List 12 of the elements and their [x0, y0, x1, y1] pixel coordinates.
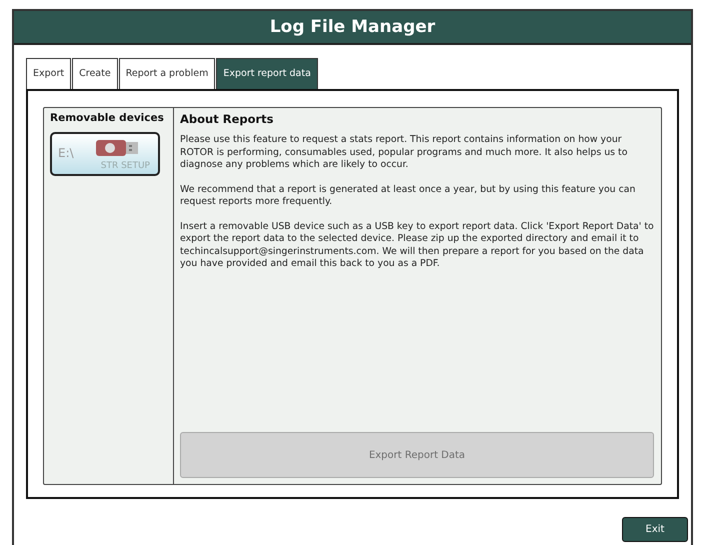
- tab[interactable]: Create: [72, 58, 118, 89]
- window-title: Log File Manager: [14, 11, 691, 45]
- devices-heading: Removable devices: [50, 112, 165, 124]
- tab[interactable]: Export: [26, 58, 72, 89]
- exit-button[interactable]: Exit: [622, 517, 688, 542]
- about-heading: About Reports: [180, 112, 275, 126]
- paragraph: Insert a removable USB device such as a USB key to export report data. Click 'Export Report Data' to export the report data to the selected device. Please zip up the exported directory and email it to techincalsupport@singerinstruments.com. We will then prepare a report for you based on the data you have provided and email this back to you as a PDF.: [180, 220, 654, 270]
- usb-drive-icon: [96, 139, 140, 157]
- tab[interactable]: Report a problem: [118, 58, 216, 89]
- paragraph: Please use this feature to request a stats report. This report contains information on how your ROTOR is performing, consumables used, popular programs and much more. It also helps us to diagnose any problems which are likely to occur.: [180, 134, 628, 172]
- paragraph: We recommend that a report is generated at least once a year, but by using this feature you can request reports more frequently.: [180, 184, 636, 208]
- tab[interactable]: Export report data: [216, 58, 318, 89]
